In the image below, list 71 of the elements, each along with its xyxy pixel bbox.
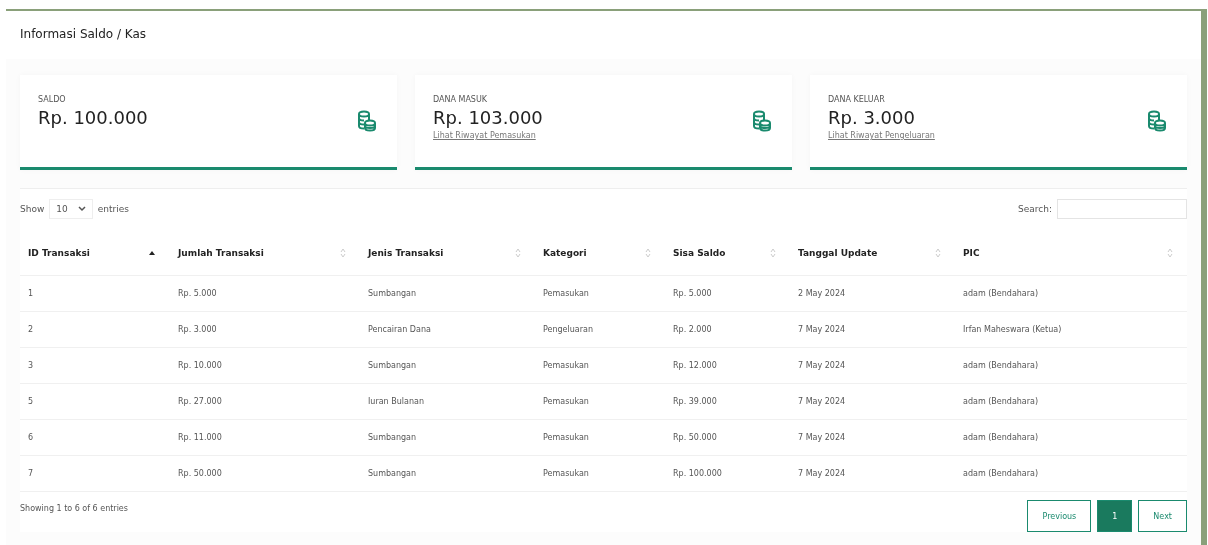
column-header[interactable]: ID Transaksi xyxy=(20,248,170,258)
column-header[interactable]: Tanggal Update xyxy=(790,248,955,258)
table-cell-text: adam (Bendahara) xyxy=(962,289,1040,298)
table-info: Showing 1 to 6 of 6 entries xyxy=(20,503,128,513)
search-field[interactable] xyxy=(1057,199,1187,219)
table-cell-text: Sumbangan xyxy=(367,361,418,370)
table-cell-text: Rp. 39.000 xyxy=(672,397,718,406)
table-cell-text: Rp. 50.000 xyxy=(177,469,223,478)
card-label: DANA KELUAR xyxy=(828,95,886,104)
table-cell-text: 7 May 2024 xyxy=(797,469,847,478)
entries-select[interactable]: 10 xyxy=(49,199,93,219)
table-cell-text: 3 xyxy=(27,361,35,370)
table-cell-text: Pemasukan xyxy=(542,361,590,370)
table-cell-text: Irfan Maheswara (Ketua) xyxy=(962,325,1063,334)
page-button[interactable]: Previous xyxy=(1027,500,1092,532)
column-header[interactable]: Jumlah Transaksi xyxy=(170,248,360,258)
table-cell-text: Pemasukan xyxy=(542,433,590,442)
table-cell-text: adam (Bendahara) xyxy=(962,433,1040,442)
table-cell-text: 2 May 2024 xyxy=(797,289,847,298)
table-cell-text: Rp. 5.000 xyxy=(672,289,713,298)
card-amount: Rp. 3.000 xyxy=(828,107,916,128)
table-cell-text: Sumbangan xyxy=(367,289,418,298)
history-link[interactable]: Lihat Riwayat Pemasukan xyxy=(433,131,543,140)
table-cell-text: 2 xyxy=(27,325,35,334)
table-cell-text: 5 xyxy=(27,397,35,406)
table-cell-text: 7 May 2024 xyxy=(797,325,847,334)
table-cell-text: Pengeluaran xyxy=(542,325,594,334)
table-cell-text: 7 May 2024 xyxy=(797,433,847,442)
search-label: Search: xyxy=(1018,204,1052,214)
table-cell-text: Rp. 50.000 xyxy=(672,433,718,442)
table-cell-text: Sumbangan xyxy=(367,433,418,442)
table-cell-text: Rp. 10.000 xyxy=(177,361,223,370)
column-header[interactable]: Kategori xyxy=(535,248,665,258)
caret-icon xyxy=(77,206,86,212)
table-cell-text: Sumbangan xyxy=(367,469,418,478)
coins-icon xyxy=(1145,109,1169,133)
show-label: Show xyxy=(20,204,45,214)
column-header[interactable]: Sisa Saldo xyxy=(665,248,790,258)
table-cell-text: 7 May 2024 xyxy=(797,397,847,406)
table-cell-text: Rp. 5.000 xyxy=(177,289,218,298)
page-title: Informasi Saldo / Kas xyxy=(20,27,147,41)
column-header[interactable]: PIC xyxy=(955,248,1187,258)
history-link[interactable]: Lihat Riwayat Pengeluaran xyxy=(828,131,935,140)
card-label: DANA MASUK xyxy=(433,95,489,104)
table-cell-text: adam (Bendahara) xyxy=(962,397,1040,406)
table-cell-text: adam (Bendahara) xyxy=(962,361,1040,370)
table-cell-text: Pemasukan xyxy=(542,289,590,298)
table-cell-text: adam (Bendahara) xyxy=(962,469,1040,478)
card-amount: Rp. 103.000 xyxy=(433,107,543,128)
column-header[interactable]: Jenis Transaksi xyxy=(360,248,535,258)
page-button[interactable]: 1 xyxy=(1097,500,1133,532)
table-cell-text: Rp. 27.000 xyxy=(177,397,223,406)
table-cell-text: Pencairan Dana xyxy=(367,325,432,334)
entries-label: entries xyxy=(97,204,129,214)
card-amount: Rp. 100.000 xyxy=(38,107,148,128)
table-cell-text: 1 xyxy=(27,289,35,298)
table-cell-text: Rp. 100.000 xyxy=(672,469,723,478)
coins-icon xyxy=(355,109,379,133)
table-cell-text: Pemasukan xyxy=(542,397,590,406)
table-cell-text: 7 xyxy=(27,469,35,478)
table-cell-text: Iuran Bulanan xyxy=(367,397,425,406)
table-cell-text: Rp. 3.000 xyxy=(177,325,218,334)
table-cell-text: 6 xyxy=(27,433,35,442)
table-cell-text: Rp. 2.000 xyxy=(672,325,713,334)
card-label: SALDO xyxy=(38,95,67,104)
table-cell-text: 7 May 2024 xyxy=(797,361,847,370)
coins-icon xyxy=(750,109,774,133)
table-cell-text: Pemasukan xyxy=(542,469,590,478)
page-button[interactable]: Next xyxy=(1138,500,1187,532)
table-cell-text: Rp. 12.000 xyxy=(672,361,718,370)
table-cell-text: Rp. 11.000 xyxy=(177,433,223,442)
